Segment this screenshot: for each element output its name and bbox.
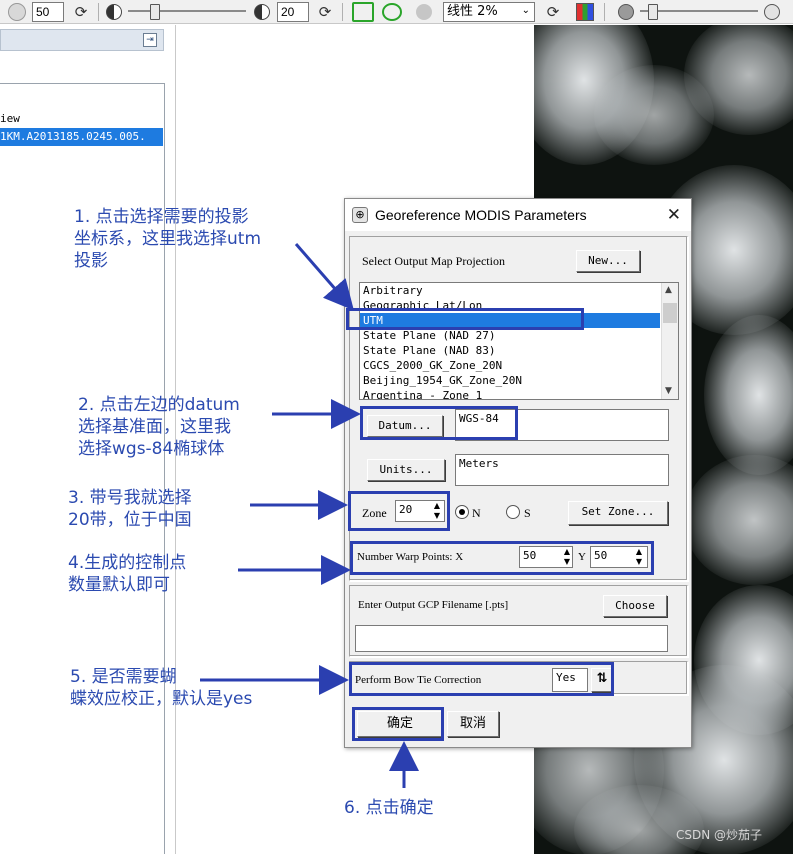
highlight-datum xyxy=(360,406,518,440)
transparency-slider-thumb[interactable] xyxy=(648,4,658,20)
annotation-line: 蝶效应校正，默认是yes xyxy=(70,689,253,709)
refresh-icon[interactable]: ⟳ xyxy=(71,2,91,22)
gcp-filename-input[interactable] xyxy=(355,625,668,652)
list-scrollbar[interactable]: ▲ ▼ xyxy=(661,283,678,399)
opacity-icon xyxy=(764,4,780,20)
refresh-icon[interactable]: ⟳ xyxy=(543,2,563,22)
annotation-line: 2. 点击左边的datum xyxy=(78,395,240,415)
north-radio[interactable] xyxy=(455,505,469,519)
close-icon[interactable]: ✕ xyxy=(667,205,681,225)
annotation-step1: 1. 点击选择需要的投影 坐标系，这里我选择utm 投影 xyxy=(74,206,261,272)
scroll-down-icon[interactable]: ▼ xyxy=(665,386,672,396)
list-item[interactable]: Arbitrary xyxy=(360,283,660,298)
contrast-slider-thumb[interactable] xyxy=(150,4,160,20)
stretch-select-value: 线性 2% xyxy=(447,4,498,19)
units-button[interactable]: Units... xyxy=(367,459,445,481)
new-projection-button[interactable]: New... xyxy=(576,250,640,272)
annotation-step2: 2. 点击左边的datum 选择基准面，这里我 选择wgs-84椭球体 xyxy=(78,394,240,460)
toolbar-separator xyxy=(604,3,605,21)
choose-button[interactable]: Choose xyxy=(603,595,667,617)
refresh-icon[interactable]: ⟳ xyxy=(315,2,335,22)
brightness-icon xyxy=(8,3,26,21)
cursor-value-icon[interactable] xyxy=(416,4,432,20)
highlight-warp-points xyxy=(350,541,654,575)
watermark: CSDN @炒茄子 xyxy=(676,828,763,842)
scroll-thumb[interactable] xyxy=(663,303,677,323)
south-radio[interactable] xyxy=(506,505,520,519)
arrow-step1 xyxy=(294,243,354,311)
annotation-line: 坐标系，这里我选择utm xyxy=(74,229,261,249)
set-zone-button[interactable]: Set Zone... xyxy=(568,501,668,525)
annotation-line: 选择wgs-84椭球体 xyxy=(78,439,225,459)
sharpen-icon xyxy=(254,4,270,20)
annotation-step6: 6. 点击确定 xyxy=(344,797,434,819)
contrast-slider-track[interactable] xyxy=(128,10,246,12)
highlight-utm xyxy=(346,308,584,330)
projection-list[interactable]: Arbitrary Geographic Lat/Lon UTM State P… xyxy=(359,282,679,400)
contrast-value-field[interactable]: 20 xyxy=(277,2,309,22)
annotation-step4: 4.生成的控制点 数量默认即可 xyxy=(68,552,186,596)
annotation-step5: 5. 是否需要蝴 蝶效应校正，默认是yes xyxy=(70,666,252,710)
list-item[interactable]: CGCS_2000_GK_Zone_20N xyxy=(360,358,660,373)
selected-file-item[interactable]: 1KM.A2013185.0245.005. xyxy=(0,128,163,146)
brightness-value-field[interactable]: 50 xyxy=(32,2,64,22)
stretch-select[interactable]: 线性 2% ⌄ xyxy=(443,2,535,22)
toolbar-separator xyxy=(98,3,99,21)
color-table-icon[interactable] xyxy=(576,3,594,21)
panel-title-bar: ⇥ xyxy=(0,29,164,51)
highlight-bowtie xyxy=(349,662,614,696)
gcp-filename-label: Enter Output GCP Filename [.pts] xyxy=(358,599,509,611)
annotation-line: 1. 点击选择需要的投影 xyxy=(74,207,249,227)
annotation-line: 20带，位于中国 xyxy=(68,510,192,530)
annotation-line: 3. 带号我就选择 xyxy=(68,488,192,508)
toolbar: 50 ⟳ 20 ⟳ 线性 2% ⌄ ⟳ xyxy=(0,0,793,24)
zoom-extent-icon[interactable] xyxy=(352,2,374,22)
projection-label: Select Output Map Projection xyxy=(362,254,505,268)
toolbar-separator xyxy=(342,3,343,21)
south-label: S xyxy=(524,506,531,520)
highlight-ok xyxy=(352,707,444,741)
cancel-button[interactable]: 取消 xyxy=(447,711,499,737)
annotation-line: 4.生成的控制点 xyxy=(68,553,187,573)
contrast-icon xyxy=(106,4,122,20)
dialog-title: Georeference MODIS Parameters xyxy=(375,207,587,223)
annotation-line: 5. 是否需要蝴 xyxy=(70,667,177,687)
annotation-line: 6. 点击确定 xyxy=(344,798,434,818)
app-icon: ⊕ xyxy=(352,207,368,223)
annotation-step3: 3. 带号我就选择 20带，位于中国 xyxy=(68,487,192,531)
layer-tree: iew 1KM.A2013185.0245.005. xyxy=(0,83,165,854)
list-item[interactable]: Argentina - Zone 1 xyxy=(360,388,660,399)
annotation-line: 选择基准面，这里我 xyxy=(78,417,231,437)
annotation-line: 数量默认即可 xyxy=(68,575,170,595)
pin-icon[interactable]: ⇥ xyxy=(143,33,157,47)
list-item[interactable]: Beijing_1954_GK_Zone_20N xyxy=(360,373,660,388)
transparency-icon xyxy=(618,4,634,20)
highlight-zone xyxy=(348,491,450,531)
north-label: N xyxy=(472,506,481,520)
list-item[interactable]: State Plane (NAD 83) xyxy=(360,343,660,358)
dialog-title-bar[interactable]: ⊕ Georeference MODIS Parameters ✕ xyxy=(345,199,691,231)
chevron-down-icon: ⌄ xyxy=(521,5,530,16)
list-item[interactable]: State Plane (NAD 27) xyxy=(360,328,660,343)
units-field: Meters xyxy=(455,454,669,486)
pan-icon[interactable] xyxy=(382,3,402,21)
view-tree-label[interactable]: iew xyxy=(0,112,20,125)
annotation-line: 投影 xyxy=(74,251,108,271)
scroll-up-icon[interactable]: ▲ xyxy=(665,285,672,295)
